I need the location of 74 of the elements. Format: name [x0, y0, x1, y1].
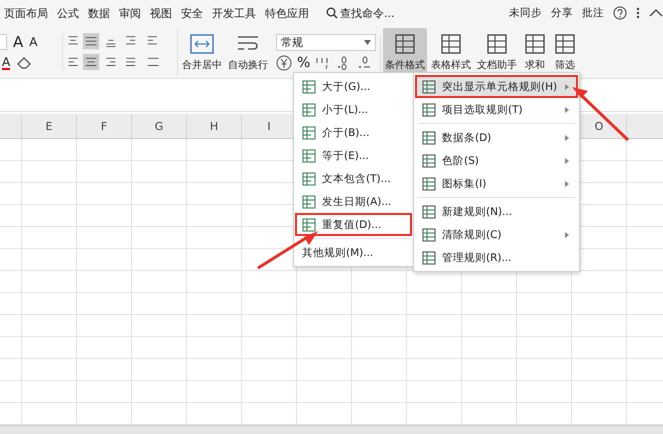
- collapse-icon[interactable]: [649, 8, 663, 18]
- table-rule-icon: [422, 204, 436, 218]
- shrink-font-button[interactable]: A: [29, 36, 38, 48]
- menu-tab[interactable]: 公式: [57, 6, 79, 20]
- search-field[interactable]: 查找命令...: [326, 6, 394, 20]
- wrap-text-button[interactable]: 自动换行: [226, 28, 270, 76]
- menu-item[interactable]: 介于(B)...: [296, 122, 411, 143]
- menu-tab[interactable]: 审阅: [119, 6, 141, 20]
- column-header[interactable]: G: [154, 120, 164, 132]
- table-rule-icon: [302, 80, 316, 94]
- currency-icon[interactable]: [276, 54, 292, 70]
- table-rule-icon: [302, 148, 316, 162]
- annotation-arrow: [572, 87, 630, 142]
- table-rule-icon: [302, 126, 316, 140]
- table-rule-icon: [302, 172, 316, 186]
- menu-item[interactable]: 图标集(I): [416, 173, 577, 194]
- help-icon[interactable]: [613, 6, 627, 20]
- toolbar-action[interactable]: 分享: [551, 6, 573, 20]
- table-icon: [523, 32, 547, 54]
- font-color-button[interactable]: A: [2, 56, 10, 70]
- ribbon-button[interactable]: 筛选: [551, 28, 579, 76]
- table-icon: [485, 32, 509, 54]
- menu-item[interactable]: 新建规则(N)...: [416, 201, 577, 222]
- number-format-dropdown[interactable]: 常规: [276, 34, 376, 50]
- menu-item[interactable]: 重复值(D)...: [296, 214, 411, 235]
- ribbon-button[interactable]: 求和: [521, 28, 549, 76]
- table-icon: [393, 32, 417, 54]
- menu-item[interactable]: 等于(E)...: [296, 145, 411, 166]
- table-rule-icon: [422, 154, 436, 168]
- menu-item[interactable]: 管理规则(R)...: [416, 247, 577, 268]
- column-header[interactable]: I: [267, 120, 271, 132]
- table-rule-icon: [422, 102, 436, 116]
- column-header[interactable]: E: [46, 120, 52, 132]
- eraser-icon[interactable]: [16, 57, 32, 69]
- menu-tab[interactable]: 开发工具: [212, 6, 256, 20]
- menu-item[interactable]: 其他规则(M)...: [296, 242, 411, 263]
- table-icon: [439, 32, 463, 54]
- merge-center-button[interactable]: 合并居中: [180, 28, 224, 76]
- table-rule-icon: [422, 250, 436, 264]
- menu-tab[interactable]: 视图: [150, 6, 172, 20]
- ribbon-button[interactable]: 文档助手: [475, 28, 519, 76]
- table-rule-icon: [422, 228, 436, 242]
- menu-item[interactable]: 大于(G)...: [296, 76, 411, 97]
- table-rule-icon: [422, 80, 436, 94]
- menu-item[interactable]: 项目选取规则(T): [416, 99, 577, 120]
- search-icon: [326, 7, 338, 19]
- menu-item[interactable]: 文本包含(T)...: [296, 168, 411, 189]
- ribbon-button[interactable]: 表格样式: [429, 28, 473, 76]
- menu-item[interactable]: 小于(L)...: [296, 99, 411, 120]
- merge-cells-icon: [189, 32, 215, 54]
- column-header[interactable]: F: [100, 120, 108, 132]
- column-header[interactable]: H: [210, 120, 218, 132]
- table-icon: [553, 32, 577, 54]
- toolbar-action[interactable]: 批注: [582, 6, 604, 20]
- grow-font-button[interactable]: A: [13, 34, 24, 50]
- menu-item[interactable]: 清除规则(C): [416, 224, 577, 245]
- table-rule-icon: [302, 218, 316, 232]
- menu-tab[interactable]: 安全: [181, 6, 203, 20]
- menu-tab[interactable]: 页面布局: [4, 6, 48, 20]
- table-rule-icon: [422, 176, 436, 190]
- menu-tab[interactable]: 特色应用: [265, 6, 309, 20]
- table-rule-icon: [422, 130, 436, 144]
- column-header[interactable]: O: [594, 120, 604, 132]
- toolbar-action[interactable]: 未同步: [509, 6, 542, 20]
- percent-button[interactable]: %: [297, 54, 310, 70]
- menu-item[interactable]: 色阶(S): [416, 150, 577, 171]
- more-icon[interactable]: [636, 6, 640, 20]
- dropdown-caret-icon: [364, 40, 371, 44]
- menu-tab[interactable]: 数据: [88, 6, 110, 20]
- menu-item[interactable]: 突出显示单元格规则(H): [416, 76, 577, 97]
- table-rule-icon: [302, 102, 316, 116]
- table-rule-icon: [302, 194, 316, 208]
- menu-item[interactable]: 发生日期(A)...: [296, 191, 411, 212]
- menu-item[interactable]: 数据条(D): [416, 127, 577, 148]
